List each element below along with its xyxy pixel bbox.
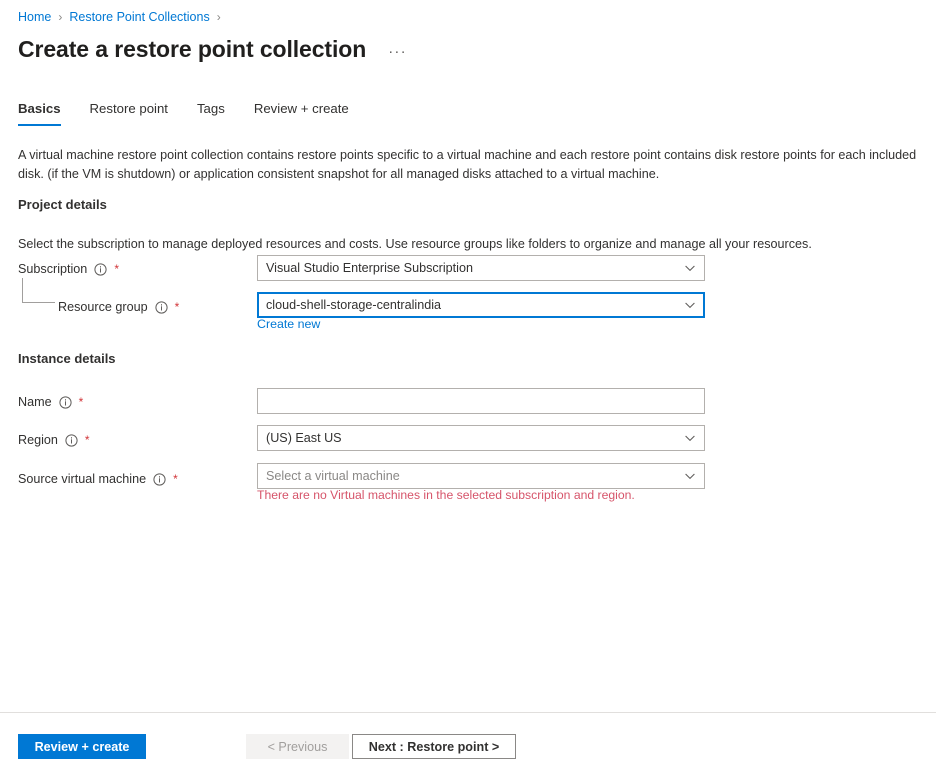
tree-connector-line [22,278,55,303]
name-label: Name [18,395,52,409]
chevron-down-icon [684,470,696,482]
required-indicator: * [114,263,119,275]
info-icon[interactable] [59,396,72,409]
region-label: Region [18,433,58,447]
subscription-label: Subscription [18,262,87,276]
source-virtual-machine-placeholder: Select a virtual machine [266,469,678,483]
tab-bar: Basics Restore point Tags Review + creat… [18,100,378,126]
tab-restore-point[interactable]: Restore point [90,100,168,126]
more-options-icon[interactable]: ··· [384,44,411,60]
resource-group-dropdown[interactable]: cloud-shell-storage-centralindia [257,292,705,318]
region-value: (US) East US [266,431,678,445]
tab-basics[interactable]: Basics [18,100,61,126]
info-icon[interactable] [65,434,78,447]
info-icon[interactable] [153,473,166,486]
section-description-project-details: Select the subscription to manage deploy… [18,235,812,253]
breadcrumb-item-restore-point-collections[interactable]: Restore Point Collections [69,9,209,25]
footer-bar: Review + create < Previous Next : Restor… [0,713,936,764]
chevron-down-icon [684,432,696,444]
section-heading-instance-details: Instance details [18,351,116,366]
name-input[interactable] [257,388,705,414]
resource-group-label: Resource group [58,300,148,314]
breadcrumb-separator-icon: › [58,9,62,25]
page-title-row: Create a restore point collection ··· [18,34,411,64]
info-icon[interactable] [155,301,168,314]
info-icon[interactable] [94,263,107,276]
chevron-down-icon [684,299,696,311]
review-create-button[interactable]: Review + create [18,734,146,759]
previous-button: < Previous [246,734,349,759]
region-dropdown[interactable]: (US) East US [257,425,705,451]
page-title: Create a restore point collection [18,34,366,64]
tab-review-create[interactable]: Review + create [254,100,349,126]
required-indicator: * [175,301,180,313]
required-indicator: * [173,473,178,485]
breadcrumb: Home › Restore Point Collections › [18,9,228,25]
tab-tags[interactable]: Tags [197,100,225,126]
section-heading-project-details: Project details [18,197,107,212]
required-indicator: * [79,396,84,408]
resource-group-value: cloud-shell-storage-centralindia [266,298,678,312]
field-row-name: Name * [18,391,83,413]
source-virtual-machine-error: There are no Virtual machines in the sel… [257,488,635,502]
source-virtual-machine-label: Source virtual machine [18,472,146,486]
create-new-resource-group-link[interactable]: Create new [257,317,320,331]
field-row-resource-group: Resource group * [58,296,179,318]
intro-description: A virtual machine restore point collecti… [18,146,934,184]
source-virtual-machine-dropdown[interactable]: Select a virtual machine [257,463,705,489]
field-row-region: Region * [18,429,90,451]
next-restore-point-button[interactable]: Next : Restore point > [352,734,516,759]
subscription-dropdown[interactable]: Visual Studio Enterprise Subscription [257,255,705,281]
chevron-down-icon [684,262,696,274]
field-row-subscription: Subscription * [18,258,119,280]
breadcrumb-separator-icon: › [217,9,221,25]
required-indicator: * [85,434,90,446]
field-row-source-virtual-machine: Source virtual machine * [18,468,178,490]
breadcrumb-item-home[interactable]: Home [18,9,51,25]
subscription-value: Visual Studio Enterprise Subscription [266,261,678,275]
